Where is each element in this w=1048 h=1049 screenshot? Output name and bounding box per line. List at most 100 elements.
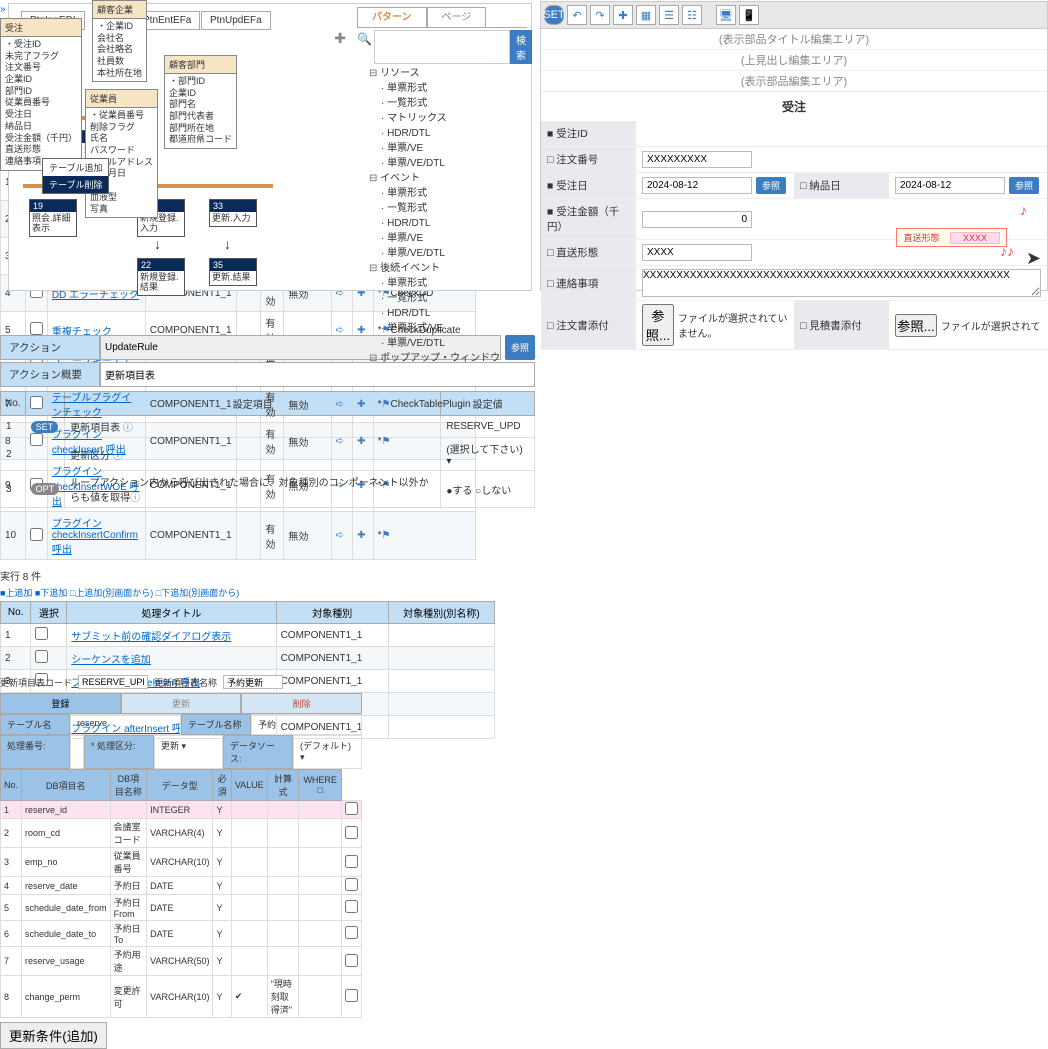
- tree-item[interactable]: · 一覧形式: [381, 201, 527, 216]
- info-icon[interactable]: ⓘ: [130, 493, 140, 504]
- cell[interactable]: [299, 801, 342, 819]
- flag-icon[interactable]: ⚑: [382, 436, 391, 447]
- flag-icon[interactable]: ⚑: [382, 530, 391, 541]
- action-icon[interactable]: ➪: [336, 436, 344, 447]
- diagram-node[interactable]: 22新規登録.結果: [137, 258, 185, 296]
- tree-tab-pattern[interactable]: パターン: [357, 7, 427, 27]
- tree-group[interactable]: 後続イベント: [369, 261, 527, 276]
- cell[interactable]: [299, 895, 342, 921]
- undo-icon[interactable]: ↶: [567, 5, 587, 25]
- mobile-icon[interactable]: 📱: [739, 5, 759, 25]
- ref-button[interactable]: 参照: [756, 177, 786, 194]
- tree-item[interactable]: · 単票/VE/DTL: [381, 156, 527, 171]
- er-context-menu[interactable]: テーブル追加 テーブル削除: [42, 158, 109, 194]
- reg-name-input[interactable]: [223, 675, 283, 689]
- row-checkbox[interactable]: [35, 627, 48, 640]
- cell[interactable]: [267, 877, 299, 895]
- cell[interactable]: [299, 877, 342, 895]
- reg-tab-update[interactable]: 更新: [121, 693, 242, 714]
- where-checkbox[interactable]: [345, 855, 358, 868]
- grid-icon[interactable]: ▦: [636, 5, 656, 25]
- where-checkbox[interactable]: [345, 954, 358, 967]
- add-condition-button[interactable]: 更新条件(追加): [0, 1022, 107, 1049]
- tree-item[interactable]: · 単票/VE: [381, 231, 527, 246]
- tree-search-button[interactable]: 検索: [510, 30, 532, 64]
- info-icon[interactable]: ⓘ: [113, 451, 123, 462]
- tree-item[interactable]: · 一覧形式: [381, 96, 527, 111]
- er-table[interactable]: 従業員・従業員番号削除フラグ氏名パスワードメールアドレス生年月日性別血液型写真: [85, 89, 158, 218]
- tree-item[interactable]: · 単票/VE/DTL: [381, 336, 527, 351]
- tree-item[interactable]: · HDR/DTL: [381, 306, 527, 321]
- title-link[interactable]: DD エラーチェック: [52, 290, 139, 301]
- setting-value[interactable]: (選択して下さい) ▾: [441, 438, 535, 471]
- toolbar-set-icon[interactable]: SET: [544, 5, 564, 25]
- cell[interactable]: [267, 921, 299, 947]
- tree-item[interactable]: · HDR/DTL: [381, 126, 527, 141]
- tree-item[interactable]: · 単票形式: [381, 186, 527, 201]
- cell[interactable]: [299, 947, 342, 976]
- list-icon[interactable]: ☰: [659, 5, 679, 25]
- where-checkbox[interactable]: [345, 878, 358, 891]
- input-amount[interactable]: [642, 211, 752, 228]
- er-table[interactable]: 顧客部門・部門ID企業ID部門名部門代表者部門所在地都道府県コード: [164, 55, 237, 149]
- menu-add-table[interactable]: テーブル追加: [43, 159, 108, 176]
- input-ship-type[interactable]: [642, 244, 752, 261]
- flag-icon[interactable]: ⚑: [382, 399, 391, 410]
- add-icon[interactable]: ✚: [357, 530, 365, 541]
- diagram-node[interactable]: 19照会.詳細表示: [29, 199, 77, 237]
- tree-item[interactable]: · 単票形式: [381, 81, 527, 96]
- cell[interactable]: [267, 848, 299, 877]
- info-icon[interactable]: ⓘ: [123, 423, 133, 434]
- er-table[interactable]: 受注・受注ID未完了フラグ注文番号企業ID部門ID従業員番号受注日納品日受注金額…: [0, 18, 82, 171]
- ref-button[interactable]: 参照: [1009, 177, 1039, 194]
- browse-button-2[interactable]: 参照...: [895, 314, 937, 337]
- diagram-node[interactable]: 35更新.結果: [209, 258, 257, 286]
- add-icon[interactable]: ✚: [357, 436, 365, 447]
- cell[interactable]: [267, 819, 299, 848]
- where-checkbox[interactable]: [345, 900, 358, 913]
- where-checkbox[interactable]: [345, 989, 358, 1002]
- tree-item[interactable]: · 単票形式: [381, 276, 527, 291]
- reg-code-input[interactable]: [78, 675, 148, 689]
- cell[interactable]: ✔: [231, 976, 267, 1018]
- where-checkbox[interactable]: [345, 802, 358, 815]
- cell[interactable]: [231, 801, 267, 819]
- textarea-note[interactable]: XXXXXXXXXXXXXXXXXXXXXXXXXXXXXXXXXXXXXXXX…: [642, 269, 1041, 297]
- er-table[interactable]: 顧客企業・企業ID会社名会社略名社員数本社所在地: [92, 0, 147, 82]
- tree-item[interactable]: · 一覧形式: [381, 291, 527, 306]
- input-order-no[interactable]: [642, 151, 752, 168]
- redo-icon[interactable]: ↷: [590, 5, 610, 25]
- cell[interactable]: [299, 848, 342, 877]
- action-icon[interactable]: ➪: [336, 530, 344, 541]
- row-checkbox[interactable]: [30, 433, 43, 446]
- input-order-date[interactable]: [642, 177, 752, 194]
- reg-proctype-value[interactable]: 更新 ▾: [154, 735, 223, 769]
- add-icon[interactable]: ✚: [357, 399, 365, 410]
- tree-search-input[interactable]: [374, 30, 510, 64]
- add-icon[interactable]: ✚: [613, 5, 633, 25]
- tree-item[interactable]: · マトリックス: [381, 111, 527, 126]
- row-checkbox[interactable]: [35, 650, 48, 663]
- tree-item[interactable]: · HDR/DTL: [381, 216, 527, 231]
- setting-value[interactable]: ●する ○しない: [441, 471, 535, 508]
- cell[interactable]: [231, 921, 267, 947]
- action-icon[interactable]: ➪: [336, 399, 344, 410]
- cell[interactable]: [231, 819, 267, 848]
- action-icon[interactable]: ➪: [336, 325, 344, 336]
- add-tab-icon[interactable]: ✚: [334, 30, 346, 47]
- reg-tab-register[interactable]: 登録: [0, 693, 121, 714]
- tree-tab-page[interactable]: ページ: [427, 7, 487, 27]
- menu-delete-table[interactable]: テーブル削除: [43, 176, 108, 193]
- tree-item[interactable]: · 単票/VE: [381, 141, 527, 156]
- cell[interactable]: "現時刻取得済": [267, 976, 299, 1018]
- reg-tab-delete[interactable]: 削除: [241, 693, 362, 714]
- cell[interactable]: [299, 976, 342, 1018]
- cell[interactable]: [231, 947, 267, 976]
- diagram-tab-2[interactable]: PtnUpdEFa: [201, 11, 271, 30]
- monitor-icon[interactable]: 🖥: [716, 5, 736, 25]
- cell[interactable]: [267, 895, 299, 921]
- reg-ds-value[interactable]: (デフォルト) ▾: [293, 735, 362, 769]
- tree-item[interactable]: · 単票形式/VE: [381, 321, 527, 336]
- setting-value[interactable]: RESERVE_UPD: [441, 416, 535, 438]
- cell[interactable]: [299, 921, 342, 947]
